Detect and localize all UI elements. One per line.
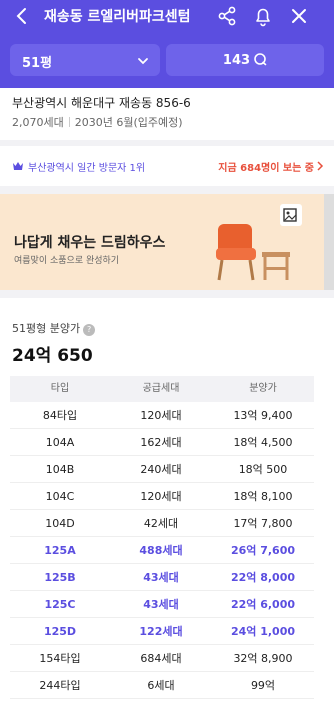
- cell-type: 125B: [44, 571, 76, 584]
- cell-units: 42세대: [143, 517, 179, 530]
- cell-type: 104C: [45, 490, 75, 503]
- cell-units: 6세대: [147, 679, 175, 692]
- divider: [68, 117, 70, 127]
- cell-price: 13억 9,400: [233, 409, 293, 422]
- cell-type: 104A: [45, 436, 75, 449]
- banner-next-peek: [324, 194, 334, 290]
- table-row: 104C 120세대 18억 8,100: [10, 483, 314, 510]
- address-section: 부산광역시 해운대구 재송동 856-6 2,070세대 2030년 6월(입주예…: [0, 88, 334, 140]
- cell-price: 17억 7,800: [233, 517, 293, 530]
- table-row: 104D 42세대 17억 7,800: [10, 510, 314, 537]
- complex-info: 2,070세대 2030년 6월(입주예정): [12, 114, 183, 130]
- banner-subtext: 여름맞이 소품으로 완성하기: [14, 256, 120, 266]
- price-label-text: 51평형 분양가: [12, 322, 81, 335]
- header: 재송동 르엘리버파크센텀 51평 143: [0, 0, 334, 88]
- bell-icon[interactable]: [252, 5, 274, 27]
- header-units: 공급세대: [142, 383, 180, 394]
- ad-banner[interactable]: 나답게 채우는 드림하우스 여름맞이 소품으로 완성하기: [0, 194, 334, 290]
- top-bar: 재송동 르엘리버파크센텀: [0, 0, 334, 32]
- cell-price: 26억 7,600: [230, 544, 296, 557]
- talk-count: 143: [222, 53, 251, 68]
- cell-price: 24억 1,000: [230, 625, 296, 638]
- street-address: 부산광역시 해운대구 재송동 856-6: [12, 96, 191, 110]
- size-select[interactable]: 51평: [10, 44, 160, 76]
- cell-price: 32억 8,900: [233, 652, 293, 665]
- visitor-rank-bar[interactable]: 부산광역시 일간 방문자 1위 지금 684명이 보는 중: [0, 146, 334, 186]
- chevron-down-icon: [138, 58, 148, 65]
- table-row: 104A 162세대 18억 4,500: [10, 429, 314, 456]
- share-icon[interactable]: [216, 5, 238, 27]
- cell-price: 18억 8,100: [233, 490, 293, 503]
- cell-price: 99억: [250, 679, 276, 692]
- price-section: 51평형 분양가? 24억 650 타입 공급세대 분양가 84타입 120세대…: [0, 298, 334, 720]
- households: 2,070세대: [12, 116, 64, 129]
- cell-price: 18억 500: [238, 463, 288, 476]
- cell-units: 43세대: [143, 571, 179, 584]
- cell-units: 684세대: [140, 652, 182, 665]
- cell-units: 120세대: [140, 409, 182, 422]
- cell-units: 488세대: [139, 544, 183, 557]
- price-value: 24억 650: [12, 346, 93, 366]
- cell-type: 84타입: [42, 409, 78, 422]
- cell-units: 162세대: [140, 436, 182, 449]
- cell-price: 18억 4,500: [233, 436, 293, 449]
- cell-type: 125D: [43, 625, 77, 638]
- table-row-highlighted: 125A 488세대 26억 7,600: [10, 537, 314, 564]
- chat-bubble-icon: [254, 53, 267, 66]
- cell-price: 22억 8,000: [230, 571, 296, 584]
- price-table: 타입 공급세대 분양가 84타입 120세대 13억 9,400 104A 16…: [10, 376, 314, 699]
- table-row-highlighted: 125B 43세대 22억 8,000: [10, 564, 314, 591]
- back-icon[interactable]: [12, 5, 34, 27]
- table-row-highlighted: 125D 122세대 24억 1,000: [10, 618, 314, 645]
- image-icon: [280, 204, 302, 226]
- move-in-date: 2030년 6월(입주예정): [74, 116, 183, 129]
- cell-units: 122세대: [139, 625, 183, 638]
- talk-button[interactable]: 143: [166, 44, 324, 76]
- cell-units: 43세대: [143, 598, 179, 611]
- cell-type: 104D: [45, 517, 75, 530]
- cell-units: 240세대: [140, 463, 182, 476]
- header-price: 분양가: [249, 383, 277, 394]
- table-header: 타입 공급세대 분양가: [10, 376, 314, 402]
- cell-type: 125A: [44, 544, 76, 557]
- price-label: 51평형 분양가?: [12, 320, 96, 336]
- cell-type: 104B: [45, 463, 75, 476]
- header-type: 타입: [50, 383, 70, 394]
- table-row: 104B 240세대 18억 500: [10, 456, 314, 483]
- cell-units: 120세대: [140, 490, 182, 503]
- cell-type: 125C: [44, 598, 76, 611]
- table-row-highlighted: 125C 43세대 22억 6,000: [10, 591, 314, 618]
- table-row: 154타입 684세대 32억 8,900: [10, 645, 314, 672]
- crown-icon: [13, 162, 23, 170]
- close-icon[interactable]: [288, 5, 310, 27]
- cell-type: 154타입: [39, 652, 81, 665]
- cell-type: 244타입: [39, 679, 81, 692]
- table-row: 84타입 120세대 13억 9,400: [10, 402, 314, 429]
- table-row: 244타입 6세대 99억: [10, 672, 314, 699]
- help-icon[interactable]: ?: [83, 324, 96, 336]
- chevron-right-icon: [317, 161, 324, 171]
- cell-price: 22억 6,000: [230, 598, 296, 611]
- visitor-rank-text: 부산광역시 일간 방문자 1위: [28, 163, 146, 174]
- now-viewing-text: 지금 684명이 보는 중: [218, 163, 314, 174]
- banner-headline: 나답게 채우는 드림하우스: [14, 235, 166, 251]
- size-select-value: 51평: [22, 56, 53, 71]
- page-title: 재송동 르엘리버파크센텀: [44, 9, 191, 25]
